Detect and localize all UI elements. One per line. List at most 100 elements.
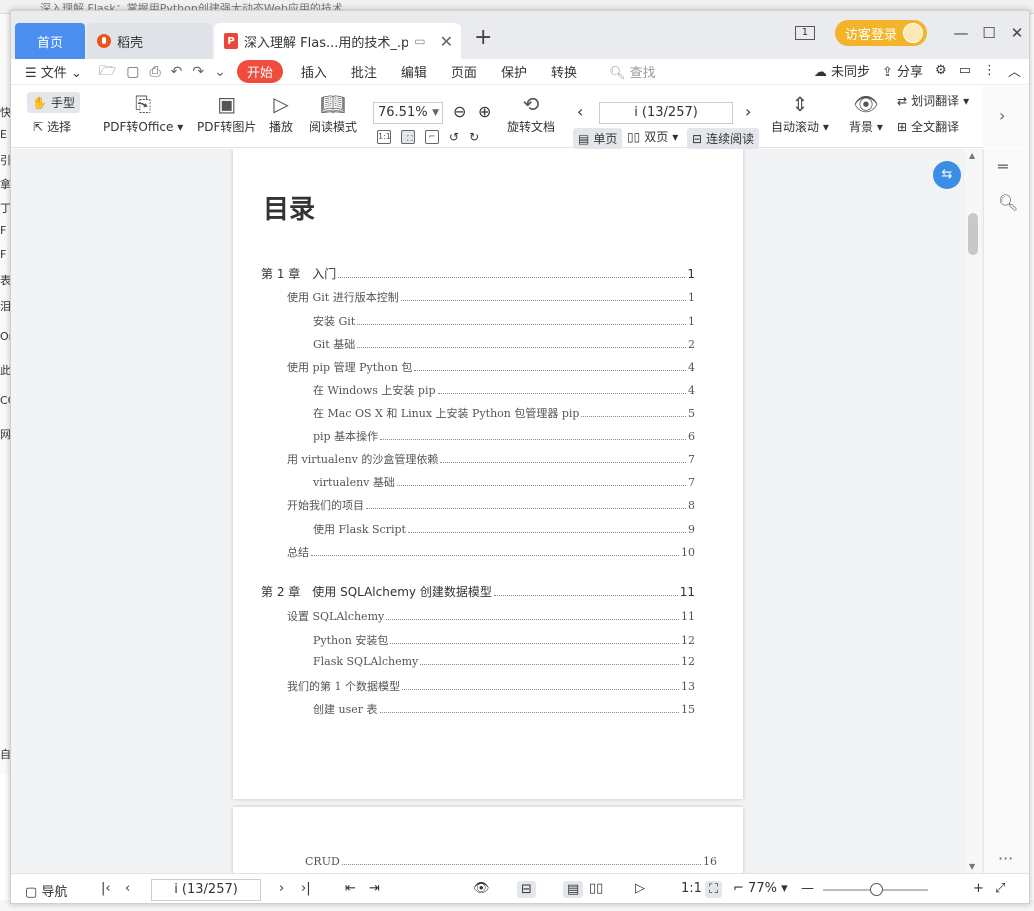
redo-icon[interactable]: ↷ bbox=[192, 64, 204, 80]
page-number-input[interactable]: i (13/257) bbox=[599, 102, 733, 124]
open-icon[interactable]: 🗁 bbox=[99, 60, 116, 84]
toc-entry[interactable]: 使用 Flask Script 9 bbox=[313, 521, 695, 537]
actual-size-icon[interactable]: 1:1 bbox=[377, 130, 391, 144]
toc-entry[interactable]: 我们的第 1 个数据模型 13 bbox=[287, 678, 695, 694]
tab-home[interactable]: 首页 bbox=[15, 23, 85, 59]
back-icon[interactable]: ⇤ bbox=[345, 881, 356, 896]
word-translate-button[interactable]: ⇄ 划词翻译 ▾ bbox=[897, 92, 969, 109]
read-mode-button[interactable]: 📖︎ 阅读模式 bbox=[309, 90, 357, 135]
toc-entry[interactable]: Git 基础 2 bbox=[313, 336, 695, 352]
toc-entry[interactable]: CRUD 16 bbox=[305, 855, 717, 868]
collapse-ribbon-icon[interactable]: ︿ bbox=[1008, 61, 1021, 80]
zoom-status-dropdown[interactable]: ⌐ 77% ▾ bbox=[733, 881, 788, 896]
auto-scroll-button[interactable]: ⇕ 自动滚动 ▾ bbox=[771, 90, 829, 135]
print-icon[interactable]: ⎙ bbox=[149, 64, 160, 80]
toc-entry[interactable]: 开始我们的项目 8 bbox=[287, 497, 695, 513]
fullscreen-icon[interactable]: ⤢ bbox=[995, 881, 1005, 896]
play-button[interactable]: ▷ 播放 bbox=[269, 90, 293, 135]
menu-annotate[interactable]: 批注 bbox=[351, 62, 377, 81]
vertical-scrollbar[interactable]: ▲ ▼ bbox=[965, 149, 981, 873]
toc-entry[interactable]: 使用 pip 管理 Python 包 4 bbox=[287, 359, 695, 375]
zoom-in-status-icon[interactable]: + bbox=[973, 881, 984, 896]
toc-entry[interactable]: 在 Windows 上安装 pip 4 bbox=[313, 382, 695, 398]
actual-size-status-icon[interactable]: 1:1 bbox=[681, 881, 702, 896]
search-doc-icon[interactable]: 🔍︎ bbox=[998, 193, 1018, 212]
convert-float-icon[interactable]: ⇆ bbox=[933, 161, 961, 189]
next-page-status-icon[interactable]: › bbox=[279, 881, 284, 896]
menu-start[interactable]: 开始 bbox=[236, 60, 283, 83]
more-dropdown-icon[interactable]: ⌄ bbox=[214, 64, 226, 80]
forward-icon[interactable]: ⇥ bbox=[369, 881, 380, 896]
more-icon[interactable]: ⋮ bbox=[983, 63, 996, 78]
file-menu[interactable]: ☰ 文件 ⌄ bbox=[25, 62, 82, 81]
pdf-to-office-button[interactable]: ⎘ PDF转Office ▾ bbox=[103, 90, 183, 135]
zoom-out-status-icon[interactable]: — bbox=[801, 881, 814, 896]
double-page-status-icon[interactable]: ▯▯ bbox=[589, 881, 603, 896]
scroll-up-icon[interactable]: ▲ bbox=[969, 151, 975, 160]
background-button[interactable]: 👁︎ 背景 ▾ bbox=[849, 90, 883, 135]
toc-chapter[interactable]: 第 2 章 使用 SQLAlchemy 创建数据模型 11 bbox=[261, 583, 695, 600]
prev-page-status-icon[interactable]: ‹ bbox=[125, 881, 130, 896]
full-translate-button[interactable]: ⊞ 全文翻译 bbox=[897, 118, 959, 135]
single-page-button[interactable]: ▤ 单页 bbox=[573, 128, 623, 149]
continuous-status-icon[interactable]: ⊟ bbox=[517, 881, 536, 898]
zoom-dropdown-icon[interactable]: ▼ bbox=[432, 103, 439, 123]
zoom-slider-knob[interactable] bbox=[870, 883, 883, 896]
zoom-slider[interactable] bbox=[823, 883, 928, 896]
minimize-icon[interactable]: — bbox=[947, 24, 975, 42]
search-menu[interactable]: 🔍︎ 查找 bbox=[609, 62, 656, 81]
toc-entry[interactable]: 安装 Git 1 bbox=[313, 313, 695, 329]
toc-entry[interactable]: 总结 10 bbox=[287, 544, 695, 560]
menu-edit[interactable]: 编辑 bbox=[401, 62, 427, 81]
rotate-left-icon[interactable]: ↺ bbox=[449, 130, 459, 144]
toc-entry[interactable]: Flask SQLAlchemy 12 bbox=[313, 655, 695, 668]
prev-page-icon[interactable]: ‹ bbox=[577, 102, 583, 121]
double-page-button[interactable]: ▯▯ 双页 ▾ bbox=[627, 128, 678, 145]
fit-page-status-icon[interactable]: ⛶ bbox=[705, 881, 723, 898]
zoom-out-icon[interactable]: ⊖ bbox=[453, 102, 466, 121]
expand-right-icon[interactable]: › bbox=[999, 106, 1005, 125]
comment-icon[interactable]: ▭ bbox=[959, 63, 971, 78]
continuous-read-button[interactable]: ⊟ 连续阅读 bbox=[687, 128, 760, 149]
share-button[interactable]: ⇪ 分享 bbox=[882, 61, 923, 80]
eye-status-icon[interactable]: 👁︎ bbox=[473, 881, 490, 896]
toc-entry[interactable]: pip 基本操作 6 bbox=[313, 428, 695, 444]
hand-tool-button[interactable]: ✋ 手型 bbox=[27, 92, 80, 113]
menu-insert[interactable]: 插入 bbox=[301, 62, 327, 81]
next-page-icon[interactable]: › bbox=[745, 102, 751, 121]
close-tab-icon[interactable]: ✕ bbox=[440, 32, 453, 51]
select-tool-button[interactable]: ⇱ 选择 bbox=[33, 118, 71, 135]
undo-icon[interactable]: ↶ bbox=[171, 64, 183, 80]
document-viewport[interactable]: 目录 第 1 章 入门 1 使用 Git 进行版本控制 1 安装 Git 1 Git 基础 2… bbox=[11, 149, 983, 873]
toc-entry[interactable]: 创建 user 表 15 bbox=[313, 701, 695, 717]
zoom-input[interactable]: 76.51% ▼ bbox=[373, 102, 443, 124]
play-status-icon[interactable]: ▷ bbox=[635, 881, 645, 896]
maximize-icon[interactable]: ☐ bbox=[975, 24, 1003, 42]
first-page-icon[interactable]: |‹ bbox=[101, 881, 111, 896]
settings-icon[interactable]: ⚙ bbox=[935, 63, 947, 78]
monitor-icon[interactable]: ▭ bbox=[414, 34, 425, 48]
close-window-icon[interactable]: ✕ bbox=[1003, 24, 1029, 42]
fit-width-icon[interactable]: ⌐ bbox=[425, 130, 439, 144]
toc-chapter[interactable]: 第 1 章 入门 1 bbox=[261, 265, 695, 282]
rail-menu-icon[interactable]: ═ bbox=[998, 157, 1008, 176]
toc-entry[interactable]: 在 Mac OS X 和 Linux 上安装 Python 包管理器 pip 5 bbox=[313, 405, 695, 421]
tab-daoke[interactable]: 稻壳 bbox=[87, 23, 212, 59]
zoom-in-icon[interactable]: ⊕ bbox=[478, 102, 491, 121]
menu-page[interactable]: 页面 bbox=[451, 62, 477, 81]
rotate-document-button[interactable]: ⟲ 旋转文档 bbox=[507, 90, 555, 135]
toc-entry[interactable]: virtualenv 基础 7 bbox=[313, 474, 695, 490]
rotate-right-icon[interactable]: ↻ bbox=[469, 130, 479, 144]
save-icon[interactable]: ▢ bbox=[126, 64, 139, 80]
last-page-icon[interactable]: ›| bbox=[301, 881, 311, 896]
menu-protect[interactable]: 保护 bbox=[501, 62, 527, 81]
scroll-down-icon[interactable]: ▼ bbox=[969, 862, 975, 871]
guest-login-button[interactable]: 访客登录 bbox=[834, 20, 927, 46]
menu-convert[interactable]: 转换 bbox=[551, 62, 577, 81]
toc-entry[interactable]: Python 安装包 12 bbox=[313, 632, 695, 648]
window-mode-icon[interactable]: 1 bbox=[794, 26, 815, 40]
tab-document[interactable]: P 深入理解 Flas...用的技术_.pdf ▭ ✕ bbox=[214, 23, 461, 59]
pdf-to-image-button[interactable]: ▣ PDF转图片 bbox=[197, 90, 256, 135]
nav-button[interactable]: ▢ 导航 bbox=[25, 881, 67, 900]
sync-button[interactable]: ☁ 未同步 bbox=[814, 61, 870, 80]
